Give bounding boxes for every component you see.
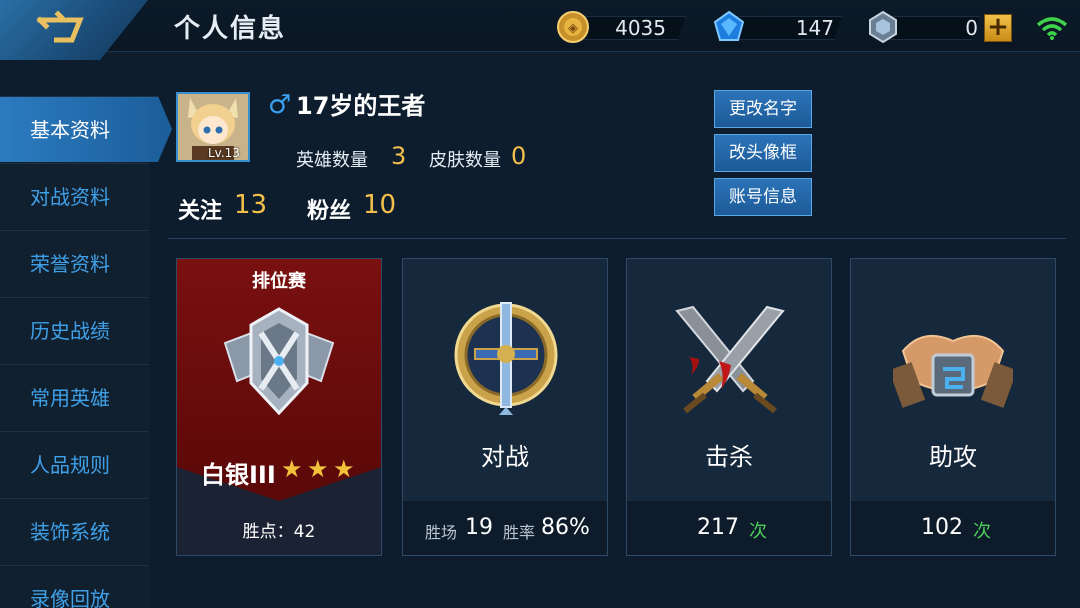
assists-footer: 102 次 xyxy=(851,501,1055,555)
coupon-amount: 0 xyxy=(965,16,978,40)
skins-count-label: 皮肤数量 xyxy=(429,150,501,171)
sidebar-item-battle-info[interactable]: 对战资料 xyxy=(0,163,148,229)
gold-amount: 4035 xyxy=(615,16,666,40)
battle-sword-emblem-icon xyxy=(454,302,558,415)
male-gender-icon: ♂ xyxy=(268,90,292,120)
rank-star-icon: ★ xyxy=(333,455,355,483)
wins-count: 19 xyxy=(465,515,493,540)
wifi-icon xyxy=(1036,17,1068,40)
assists-title: 助攻 xyxy=(929,443,977,471)
follow-count[interactable]: 13 xyxy=(234,190,267,220)
rename-button[interactable]: 更改名字 xyxy=(714,90,812,128)
rank-star-icon: ★ xyxy=(307,455,329,483)
assists-count: 102 xyxy=(921,515,963,540)
heroes-count-label: 英雄数量 xyxy=(296,150,368,171)
gold-coin-icon: ◈ xyxy=(557,11,589,43)
page-title: 个人信息 xyxy=(174,14,287,44)
win-rate-label: 胜率 xyxy=(503,523,536,542)
change-avatar-frame-button[interactable]: 改头像框 xyxy=(714,134,812,172)
coupon-currency: 0 xyxy=(866,10,982,44)
battle-card[interactable]: 对战 胜场 19 胜率 86% xyxy=(402,258,608,556)
sidebar-item-common-heroes[interactable]: 常用英雄 xyxy=(0,364,148,430)
kills-count: 217 xyxy=(697,515,739,540)
rank-tier: 白银III xyxy=(201,461,276,489)
rank-points: 胜点：42 xyxy=(242,522,316,542)
crystal-coupon-icon xyxy=(869,10,897,44)
battle-title: 对战 xyxy=(481,443,529,471)
follow-label[interactable]: 关注 xyxy=(178,193,222,225)
fans-label[interactable]: 粉丝 xyxy=(307,193,351,225)
kills-footer: 217 次 xyxy=(627,501,831,555)
handshake-icon xyxy=(893,334,1013,408)
crossed-swords-icon xyxy=(675,305,785,414)
diamond-amount: 147 xyxy=(795,16,834,40)
diamond-currency: 147 xyxy=(712,10,842,44)
player-nickname: 17岁的王者 xyxy=(296,92,426,120)
level-label: Lv.13 xyxy=(208,146,240,160)
assists-card[interactable]: 助攻 102 次 xyxy=(850,258,1056,556)
back-arrow-icon xyxy=(36,10,84,43)
sidebar-item-replay[interactable]: 录像回放 xyxy=(0,565,148,608)
section-divider xyxy=(168,238,1066,239)
kills-unit: 次 xyxy=(749,521,767,542)
fans-count[interactable]: 10 xyxy=(363,190,396,220)
silver-rank-emblem-icon xyxy=(223,307,335,416)
ranked-card[interactable]: 排位赛 白银III ★ ★ ★ 胜点：42 xyxy=(176,258,382,556)
sidebar-item-decoration[interactable]: 装饰系统 xyxy=(0,498,148,564)
skins-count: 0 xyxy=(511,142,527,170)
diamond-icon xyxy=(713,10,745,41)
sidebar-item-honor-info[interactable]: 荣誉资料 xyxy=(0,230,148,296)
svg-text:◈: ◈ xyxy=(568,21,578,36)
avatar[interactable]: Lv.13 xyxy=(176,92,250,162)
rank-star-icon: ★ xyxy=(281,455,303,483)
assists-unit: 次 xyxy=(973,521,991,542)
sidebar-item-credit-rules[interactable]: 人品规则 xyxy=(0,431,148,497)
recharge-plus-button[interactable]: + xyxy=(984,14,1012,42)
heroes-count: 3 xyxy=(391,142,407,170)
account-info-button[interactable]: 账号信息 xyxy=(714,178,812,216)
gold-currency: ◈ 4035 xyxy=(556,10,686,44)
sidebar-item-basic-info[interactable]: 基本资料 xyxy=(0,96,172,162)
wins-label: 胜场 xyxy=(425,523,458,542)
kills-title: 击杀 xyxy=(705,443,753,471)
sidebar-item-match-history[interactable]: 历史战绩 xyxy=(0,297,148,363)
kills-card[interactable]: 击杀 217 次 xyxy=(626,258,832,556)
battle-footer: 胜场 19 胜率 86% xyxy=(403,501,607,555)
ranked-title: 排位赛 xyxy=(252,271,306,292)
win-rate: 86% xyxy=(541,515,590,540)
